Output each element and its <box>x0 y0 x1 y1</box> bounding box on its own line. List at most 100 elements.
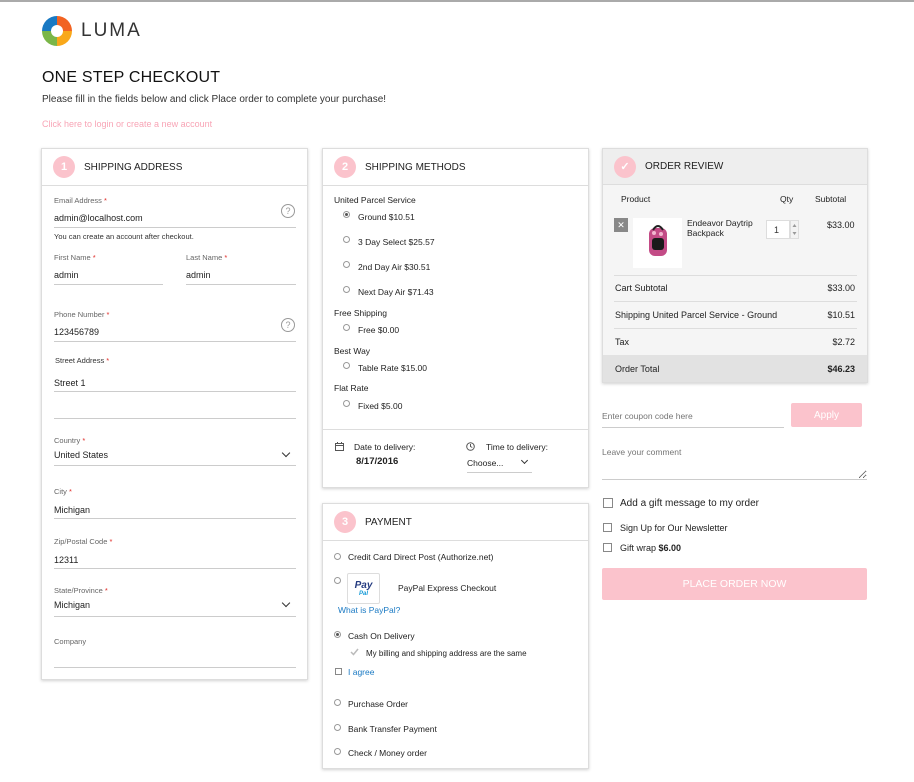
company-field[interactable] <box>54 667 296 668</box>
radio-table-rate[interactable] <box>343 362 350 369</box>
radio-fixed[interactable] <box>343 400 350 407</box>
qty-stepper[interactable] <box>790 220 799 239</box>
radio-credit-card[interactable] <box>334 553 341 560</box>
luma-logo-icon <box>42 16 72 46</box>
email-help-icon[interactable]: ? <box>281 204 295 218</box>
first-name-field[interactable]: admin <box>54 270 79 280</box>
option-purchase-order[interactable]: Purchase Order <box>348 699 408 709</box>
option-ups-ground[interactable]: Ground $10.51 <box>358 212 415 222</box>
shipping-address-panel: 1 SHIPPING ADDRESS Email Address * admin… <box>41 148 308 680</box>
tax-value: $2.72 <box>832 337 855 347</box>
company-label: Company <box>54 637 87 646</box>
shipping-address-title: SHIPPING ADDRESS <box>84 161 183 173</box>
option-fixed[interactable]: Fixed $5.00 <box>358 401 402 411</box>
state-chevron-down-icon[interactable] <box>281 598 291 608</box>
city-underline <box>54 518 296 519</box>
tax-label: Tax <box>615 337 630 347</box>
street-field-2[interactable] <box>54 418 296 419</box>
gift-wrap-label[interactable]: Gift wrap $6.00 <box>620 543 681 553</box>
shipping-methods-header: 2 SHIPPING METHODS <box>323 149 588 186</box>
option-cod[interactable]: Cash On Delivery <box>348 631 415 641</box>
country-label: Country * <box>54 436 86 445</box>
option-ups-2day[interactable]: 2nd Day Air $30.51 <box>358 262 430 272</box>
country-chevron-down-icon[interactable] <box>281 448 291 458</box>
radio-bank-transfer[interactable] <box>334 724 341 731</box>
agree-checkbox[interactable] <box>335 668 342 675</box>
top-border <box>0 0 914 2</box>
option-bank-transfer[interactable]: Bank Transfer Payment <box>348 724 437 734</box>
paypal-logo-icon: Pay Pal <box>347 573 380 604</box>
place-order-button[interactable]: PLACE ORDER NOW <box>602 568 867 600</box>
order-total-label: Order Total <box>615 364 660 374</box>
email-field[interactable]: admin@localhost.com <box>54 213 143 223</box>
option-paypal[interactable]: PayPal Express Checkout <box>398 583 496 593</box>
radio-cod[interactable] <box>334 631 341 638</box>
state-select[interactable]: Michigan <box>54 600 90 610</box>
what-is-paypal-link[interactable]: What is PayPal? <box>338 605 400 615</box>
gift-message-label[interactable]: Add a gift message to my order <box>620 498 759 509</box>
city-field[interactable]: Michigan <box>54 505 90 515</box>
email-underline <box>54 227 296 228</box>
remove-item-icon[interactable]: ✕ <box>614 218 628 232</box>
coupon-input[interactable] <box>602 404 784 428</box>
paypal-logo-bottom: Pal <box>358 591 368 597</box>
phone-field[interactable]: 123456789 <box>54 327 99 337</box>
shipping-divider <box>323 429 588 430</box>
review-divider-2 <box>614 301 857 302</box>
brand-name: LUMA <box>81 20 142 41</box>
gift-message-checkbox[interactable] <box>603 498 613 508</box>
last-name-underline <box>186 284 296 285</box>
delivery-time-select[interactable]: Choose... <box>467 458 503 468</box>
radio-ups-3day[interactable] <box>343 236 350 243</box>
newsletter-checkbox[interactable] <box>603 523 612 532</box>
paypal-logo-top: Pay <box>354 580 373 591</box>
agree-link[interactable]: I agree <box>348 667 374 677</box>
review-divider-3 <box>614 328 857 329</box>
delivery-time-label: Time to delivery: <box>486 442 549 452</box>
step-3-badge: 3 <box>334 511 356 533</box>
delivery-date-value[interactable]: 8/17/2016 <box>356 456 398 467</box>
checkmark-icon[interactable] <box>350 648 359 656</box>
login-link[interactable]: Click here to login or create a new acco… <box>42 119 212 129</box>
radio-free[interactable] <box>343 324 350 331</box>
luma-logo[interactable]: LUMA <box>42 16 142 46</box>
apply-coupon-button[interactable]: Apply <box>791 403 862 427</box>
option-free[interactable]: Free $0.00 <box>358 325 399 335</box>
radio-purchase-order[interactable] <box>334 699 341 706</box>
option-ups-3day[interactable]: 3 Day Select $25.57 <box>358 237 435 247</box>
last-name-label: Last Name * <box>186 253 228 262</box>
payment-header: 3 PAYMENT <box>323 504 588 541</box>
street-field-1[interactable]: Street 1 <box>54 378 86 388</box>
qty-input[interactable]: 1 <box>766 220 790 239</box>
country-underline <box>54 465 296 466</box>
product-thumbnail[interactable] <box>633 218 682 268</box>
order-review-check-icon: ✓ <box>614 155 636 178</box>
zip-underline <box>54 568 296 569</box>
gift-wrap-checkbox[interactable] <box>603 543 612 552</box>
radio-check-money[interactable] <box>334 748 341 755</box>
radio-ups-2day[interactable] <box>343 261 350 268</box>
col-product: Product <box>621 194 651 204</box>
radio-ups-nextday[interactable] <box>343 286 350 293</box>
item-subtotal: $33.00 <box>827 220 855 230</box>
review-divider-1 <box>614 275 857 276</box>
zip-field[interactable]: 12311 <box>54 555 78 565</box>
phone-underline <box>54 341 296 342</box>
order-review-header: ✓ ORDER REVIEW <box>603 149 867 185</box>
radio-ups-ground[interactable] <box>343 211 350 218</box>
option-credit-card[interactable]: Credit Card Direct Post (Authorize.net) <box>348 552 494 562</box>
newsletter-label[interactable]: Sign Up for Our Newsletter <box>620 523 728 533</box>
carrier-flat-rate: Flat Rate <box>334 383 369 393</box>
order-total-value: $46.23 <box>827 364 855 374</box>
last-name-field[interactable]: admin <box>186 270 211 280</box>
country-select[interactable]: United States <box>54 450 108 460</box>
option-ups-nextday[interactable]: Next Day Air $71.43 <box>358 287 434 297</box>
option-check-money[interactable]: Check / Money order <box>348 748 427 758</box>
time-chevron-down-icon[interactable] <box>520 456 529 465</box>
option-table-rate[interactable]: Table Rate $15.00 <box>358 363 427 373</box>
comment-textarea[interactable] <box>602 444 867 480</box>
phone-help-icon[interactable]: ? <box>281 318 295 332</box>
col-subtotal: Subtotal <box>815 194 847 204</box>
radio-paypal[interactable] <box>334 577 341 584</box>
shipping-label: Shipping United Parcel Service - Ground <box>615 310 778 320</box>
